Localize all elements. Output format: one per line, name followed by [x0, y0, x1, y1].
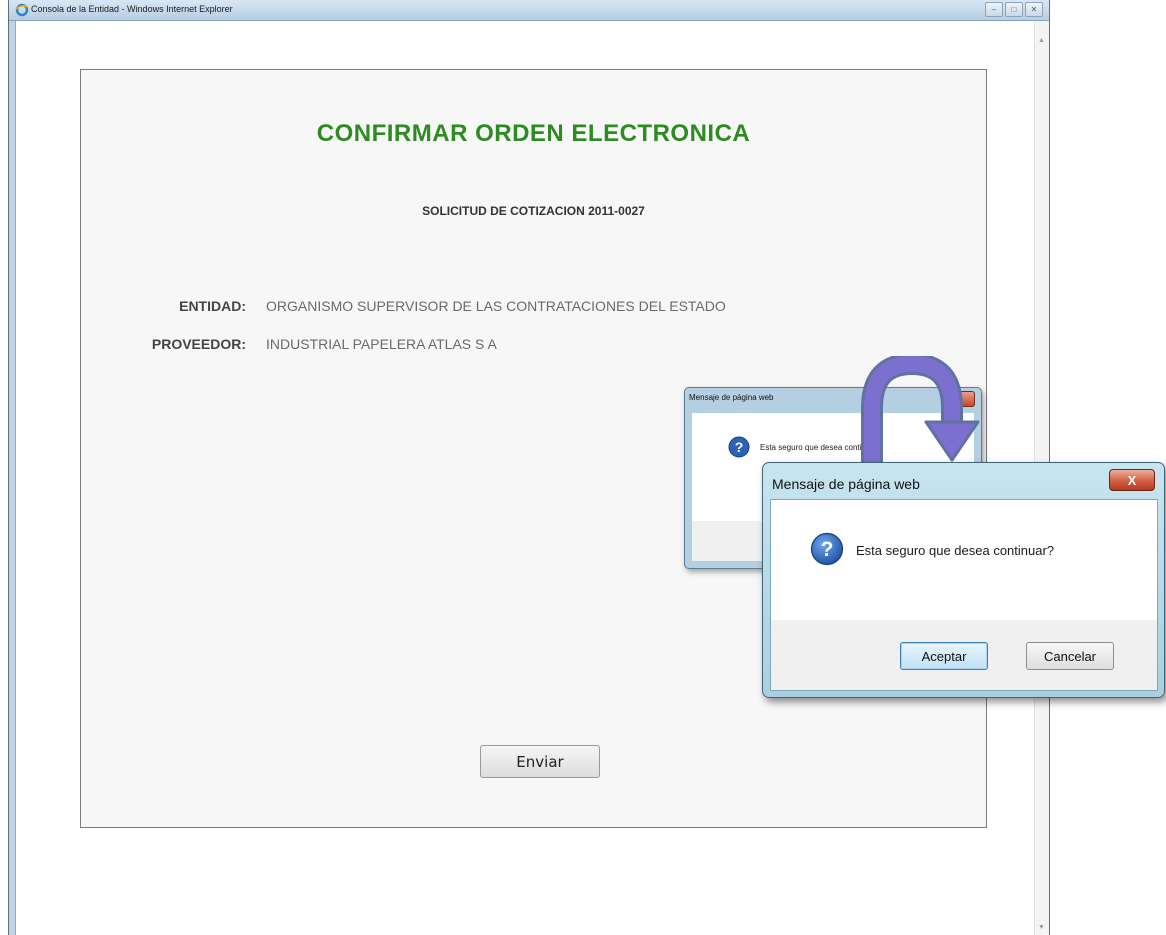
window-close-button[interactable]: ✕ — [1025, 2, 1043, 17]
curved-arrow-icon — [861, 356, 980, 464]
page-title: CONFIRMAR ORDEN ELECTRONICA — [316, 120, 751, 147]
question-icon: ? — [810, 532, 844, 566]
field-label-proveedor: PROVEEDOR: — [151, 336, 246, 352]
cancelar-button[interactable]: Cancelar — [1026, 642, 1114, 670]
question-icon: ? — [728, 436, 750, 458]
svg-text:?: ? — [735, 439, 744, 455]
dialog-title: Mensaje de página web — [772, 476, 920, 492]
scroll-down-icon[interactable]: ▼ — [1038, 924, 1045, 931]
window-controls: – □ ✕ — [985, 2, 1043, 17]
dialog-message: Esta seguro que desea continuar? — [856, 543, 1055, 558]
dialog-body: ? Esta seguro que desea continuar? Acept… — [770, 499, 1158, 691]
browser-titlebar: Consola de la Entidad - Windows Internet… — [9, 0, 1049, 21]
enviar-button[interactable]: Enviar — [480, 745, 600, 778]
ie-logo-icon — [15, 3, 29, 17]
svg-text:?: ? — [821, 538, 834, 561]
message-dialog: Mensaje de página web X ? Esta seguro qu… — [762, 462, 1165, 698]
field-label-entidad: ENTIDAD: — [179, 298, 246, 314]
field-row-proveedor: PROVEEDOR: INDUSTRIAL PAPELERA ATLAS S A — [81, 336, 986, 354]
scroll-up-icon[interactable]: ▲ — [1038, 37, 1045, 44]
field-value-proveedor: INDUSTRIAL PAPELERA ATLAS S A — [266, 336, 497, 352]
field-row-entidad: ENTIDAD: ORGANISMO SUPERVISOR DE LAS CON… — [81, 298, 986, 316]
browser-title: Consola de la Entidad - Windows Internet… — [31, 4, 233, 14]
close-icon[interactable]: X — [1109, 469, 1155, 491]
field-value-entidad: ORGANISMO SUPERVISOR DE LAS CONTRATACION… — [266, 298, 726, 314]
dialog-footer: Aceptar Cancelar — [771, 620, 1157, 690]
minimize-button[interactable]: – — [985, 2, 1003, 17]
page-subtitle: SOLICITUD DE COTIZACION 2011-0027 — [422, 204, 645, 218]
aceptar-button[interactable]: Aceptar — [900, 642, 988, 670]
maximize-button[interactable]: □ — [1005, 2, 1023, 17]
dialog-small-title: Mensaje de página web — [689, 393, 774, 402]
